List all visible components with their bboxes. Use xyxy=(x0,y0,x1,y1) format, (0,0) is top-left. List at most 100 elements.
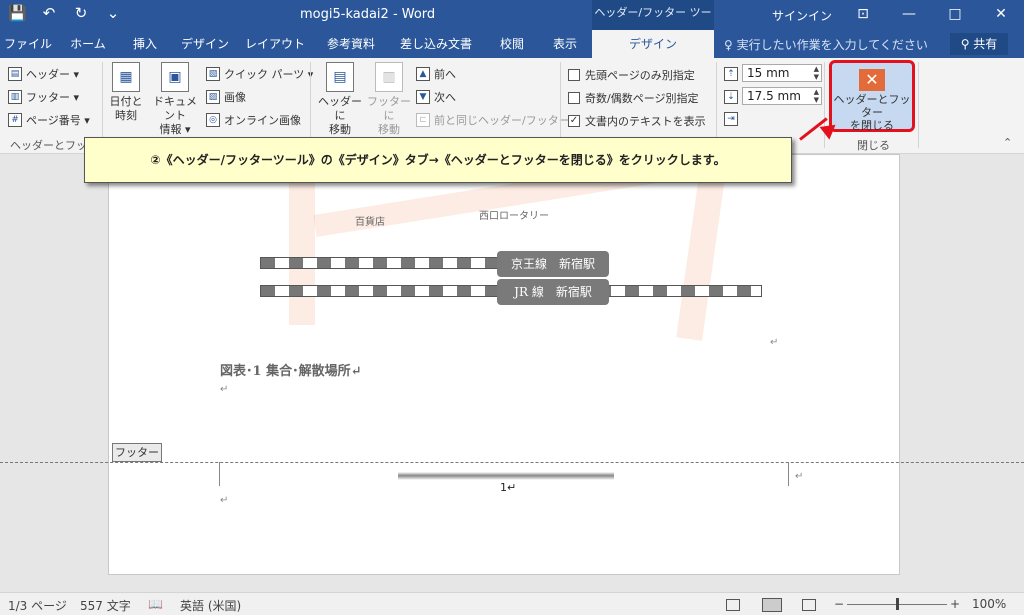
document-title: mogi5-kadai2 - Word xyxy=(300,7,436,22)
paragraph-mark: ↵ xyxy=(770,337,779,348)
previous-icon: ▲ xyxy=(416,67,430,81)
tab-file[interactable]: ファイル xyxy=(0,30,56,58)
tab-mailings[interactable]: 差し込み文書 xyxy=(394,30,478,58)
page-count[interactable]: 1/3 ページ xyxy=(8,597,67,614)
quick-parts-button[interactable]: ▧ クイック パーツ ▾ xyxy=(206,66,313,82)
status-bar: 1/3 ページ 557 文字 📖 英語 (米国) − + 100% xyxy=(0,592,1024,615)
word-count[interactable]: 557 文字 xyxy=(80,597,131,614)
footer-from-bottom-input[interactable]: 17.5 mm ▲ ▼ xyxy=(742,87,822,105)
page-number-decoration xyxy=(398,472,614,480)
minimize-button[interactable]: — xyxy=(886,0,932,30)
paragraph-mark: ↵ xyxy=(220,384,229,395)
footer-button[interactable]: ▥ フッター ▾ xyxy=(8,89,79,105)
goto-header-icon: ▤ xyxy=(326,62,354,92)
previous-button[interactable]: ▲ 前へ xyxy=(416,66,456,82)
read-mode-icon[interactable] xyxy=(726,599,740,611)
header-button[interactable]: ▤ ヘッダー ▾ xyxy=(8,66,79,82)
title-bar: 💾 ↶ ↻ ⌄ mogi5-kadai2 - Word ヘッダー/フッター ツー… xyxy=(0,0,1024,45)
header-from-top-input[interactable]: 15 mm ▲ ▼ xyxy=(742,64,822,82)
date-time-button[interactable]: ▦ 日付と 時刻 xyxy=(106,62,146,123)
close-header-footer-button[interactable]: ✕ ヘッダーとフッター を閉じる xyxy=(829,60,915,132)
tab-layout[interactable]: レイアウト xyxy=(242,30,308,58)
maximize-button[interactable]: □ xyxy=(932,0,978,30)
footer-tag: フッター xyxy=(112,443,162,462)
zoom-in-button[interactable]: + xyxy=(950,597,960,611)
online-picture-button[interactable]: ◎ オンライン画像 xyxy=(206,112,301,128)
show-document-text-checkbox[interactable]: ✓ 文書内のテキストを表示 xyxy=(568,113,706,129)
context-tool-label: ヘッダー/フッター ツール xyxy=(592,0,714,45)
next-button[interactable]: ▼ 次へ xyxy=(416,89,456,105)
ribbon-separator xyxy=(824,62,825,148)
save-icon[interactable]: 💾 xyxy=(8,4,27,22)
ribbon-separator xyxy=(716,62,717,148)
document-info-icon: ▣ xyxy=(161,62,189,92)
ribbon-separator xyxy=(310,62,311,148)
tab-hf-design[interactable]: デザイン xyxy=(592,30,714,58)
tab-view[interactable]: 表示 xyxy=(542,30,588,58)
header-icon: ▤ xyxy=(8,67,22,81)
zoom-out-button[interactable]: − xyxy=(834,597,844,611)
ribbon-separator xyxy=(102,62,103,148)
undo-icon[interactable]: ↶ xyxy=(40,4,58,22)
map-label-store: 百貨店 xyxy=(355,217,385,228)
ribbon-display-options-icon[interactable]: ⊡ xyxy=(840,0,886,30)
ribbon-tabs: ファイル ホーム 挿入 デザイン レイアウト 参考資料 差し込み文書 校閲 表示… xyxy=(0,30,1024,58)
map-label-rotary: 西口ロータリー xyxy=(479,211,549,222)
margin-corner-mark xyxy=(196,462,220,486)
paragraph-mark: ↵ xyxy=(220,495,229,506)
online-picture-icon: ◎ xyxy=(206,113,220,127)
document-info-button[interactable]: ▣ ドキュメント 情報 ▾ xyxy=(148,62,202,137)
spin-arrows-icon[interactable]: ▲ ▼ xyxy=(814,65,819,81)
language-indicator[interactable]: 英語 (米国) xyxy=(180,597,241,614)
station-keio: 京王線 新宿駅 xyxy=(497,251,609,277)
collapse-ribbon-icon[interactable]: ⌃ xyxy=(1003,136,1012,149)
odd-even-different-checkbox[interactable]: 奇数/偶数ページ別指定 xyxy=(568,90,699,106)
signin-link[interactable]: サインイン xyxy=(772,7,832,24)
tab-references[interactable]: 参考資料 xyxy=(316,30,386,58)
tell-me-input[interactable]: ♀ 実行したい作業を入力してください xyxy=(724,36,928,53)
tab-review[interactable]: 校閲 xyxy=(488,30,536,58)
instruction-callout: ②《ヘッダー/フッターツール》の《デザイン》タブ→《ヘッダーとフッターを閉じる》… xyxy=(84,137,792,183)
keio-track xyxy=(260,257,500,269)
link-to-previous-button[interactable]: ⊏ 前と同じヘッダー/フッター xyxy=(416,112,570,128)
tab-insert[interactable]: 挿入 xyxy=(120,30,170,58)
goto-header-button[interactable]: ▤ ヘッダーに 移動 xyxy=(314,62,366,137)
share-button[interactable]: ⚲ 共有 xyxy=(950,33,1008,55)
footer-icon: ▥ xyxy=(8,90,22,104)
close-x-icon: ✕ xyxy=(859,69,885,91)
picture-button[interactable]: ▨ 画像 xyxy=(206,89,246,105)
redo-icon[interactable]: ↻ xyxy=(72,4,90,22)
zoom-slider-thumb[interactable] xyxy=(896,598,899,610)
picture-icon: ▨ xyxy=(206,90,220,104)
header-position-icon: ⇡ xyxy=(724,67,738,81)
check-icon: ✓ xyxy=(568,115,580,127)
print-layout-icon[interactable] xyxy=(762,598,782,612)
checkbox-box xyxy=(568,92,580,104)
first-page-different-checkbox[interactable]: 先頭ページのみ別指定 xyxy=(568,67,695,83)
station-jr: JR 線 新宿駅 xyxy=(497,279,609,305)
insert-alignment-tab-icon[interactable]: ⇥ xyxy=(724,112,738,126)
margin-corner-mark xyxy=(788,462,812,486)
proofing-icon[interactable]: 📖 xyxy=(148,597,163,611)
web-layout-icon[interactable] xyxy=(802,599,816,611)
figure-caption: 図表･1 集合･解散場所↵ xyxy=(220,364,362,379)
link-icon: ⊏ xyxy=(416,113,430,127)
spin-arrows-icon[interactable]: ▲ ▼ xyxy=(814,88,819,104)
footer-position-icon: ⇣ xyxy=(724,90,738,104)
close-button[interactable]: ✕ xyxy=(978,0,1024,30)
zoom-level[interactable]: 100% xyxy=(972,597,1006,611)
page-number-button[interactable]: # ページ番号 ▾ xyxy=(8,112,90,128)
tab-home[interactable]: ホーム xyxy=(60,30,116,58)
tab-design[interactable]: デザイン xyxy=(174,30,236,58)
document-area: 百貨店 西口ロータリー 京王線 新宿駅 JR 線 新宿駅 ↵ 図表･1 集合･解… xyxy=(0,154,1024,592)
calendar-icon: ▦ xyxy=(112,62,140,92)
customize-qat-icon[interactable]: ⌄ xyxy=(104,4,122,22)
goto-footer-button[interactable]: ▥ フッターに 移動 xyxy=(366,62,412,137)
document-page[interactable]: 百貨店 西口ロータリー 京王線 新宿駅 JR 線 新宿駅 ↵ 図表･1 集合･解… xyxy=(108,154,900,575)
page-number-icon: # xyxy=(8,113,22,127)
footer-page-number[interactable]: 1↵ xyxy=(500,481,516,494)
ribbon-separator xyxy=(560,62,561,148)
group-label-close: 閉じる xyxy=(857,139,890,152)
window-controls: ⊡ — □ ✕ xyxy=(840,0,1024,30)
ribbon-separator xyxy=(918,62,919,148)
